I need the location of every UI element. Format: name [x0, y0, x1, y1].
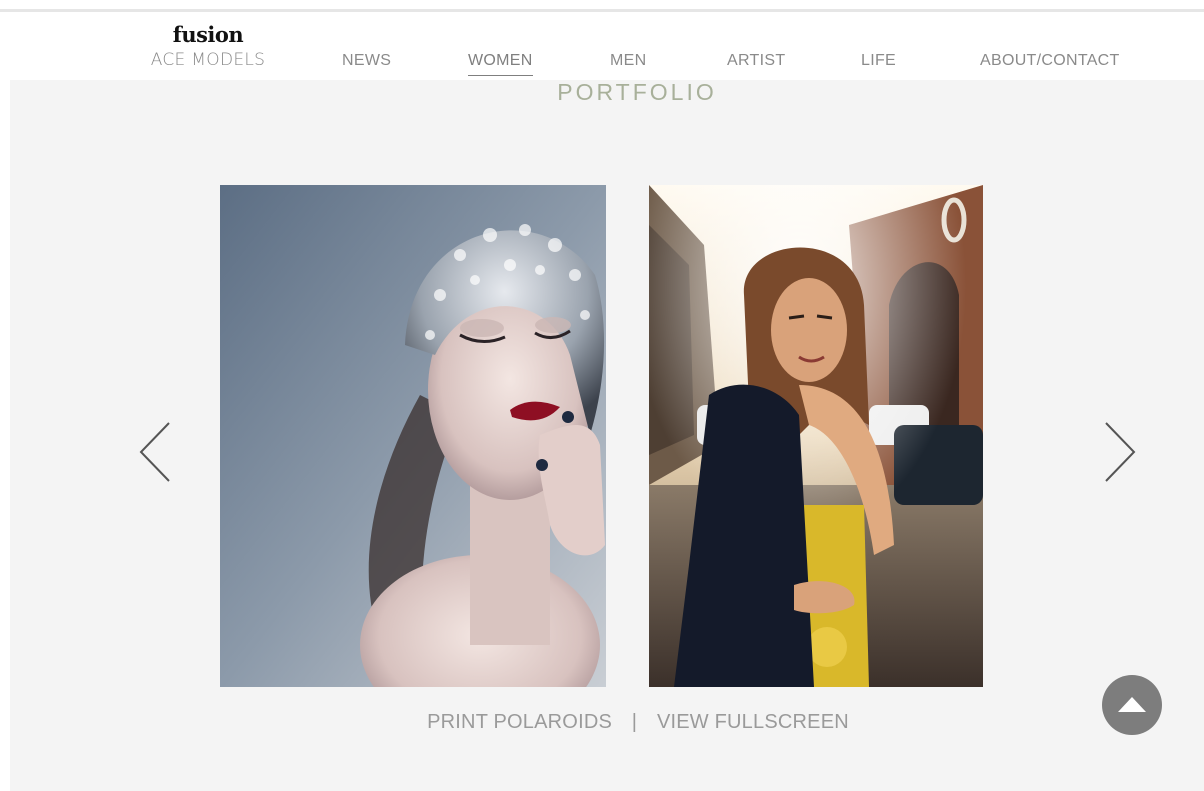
- nav-item-life[interactable]: LIFE: [861, 52, 896, 70]
- print-polaroids-link[interactable]: PRINT POLAROIDS: [427, 711, 612, 733]
- logo-subtitle: ACE MODELS: [150, 50, 266, 70]
- portfolio-actions: PRINT POLAROIDS | VIEW FULLSCREEN: [0, 711, 1204, 734]
- logo-wordmark: fusion: [172, 22, 244, 47]
- nav-item-about-contact[interactable]: ABOUT/CONTACT: [980, 52, 1120, 70]
- nav-item-women[interactable]: WOMEN: [468, 52, 533, 76]
- nav-item-artist[interactable]: ARTIST: [727, 52, 785, 70]
- chevron-left-icon: [139, 422, 170, 482]
- page-title: PORTFOLIO: [557, 79, 717, 105]
- portfolio-photo-2[interactable]: [649, 185, 983, 687]
- site-logo[interactable]: fusion ACE MODELS: [150, 22, 266, 70]
- link-separator: |: [631, 711, 638, 733]
- arrow-up-icon: [1118, 697, 1146, 712]
- page: fusion ACE MODELS NEWS WOMEN MEN ARTIST …: [0, 0, 1204, 791]
- nav-item-news[interactable]: NEWS: [342, 52, 391, 70]
- photo-image: [649, 185, 983, 687]
- nav-item-men[interactable]: MEN: [610, 52, 646, 70]
- next-button[interactable]: [1100, 420, 1140, 484]
- chevron-right-icon: [1105, 422, 1136, 482]
- content-background: [10, 80, 1204, 791]
- scroll-to-top-button[interactable]: [1102, 675, 1162, 735]
- prev-button[interactable]: [135, 420, 175, 484]
- portfolio-photo-1[interactable]: [220, 185, 606, 687]
- view-fullscreen-link[interactable]: VIEW FULLSCREEN: [657, 711, 849, 733]
- site-header: fusion ACE MODELS NEWS WOMEN MEN ARTIST …: [0, 12, 1204, 80]
- photo-image: [220, 185, 606, 687]
